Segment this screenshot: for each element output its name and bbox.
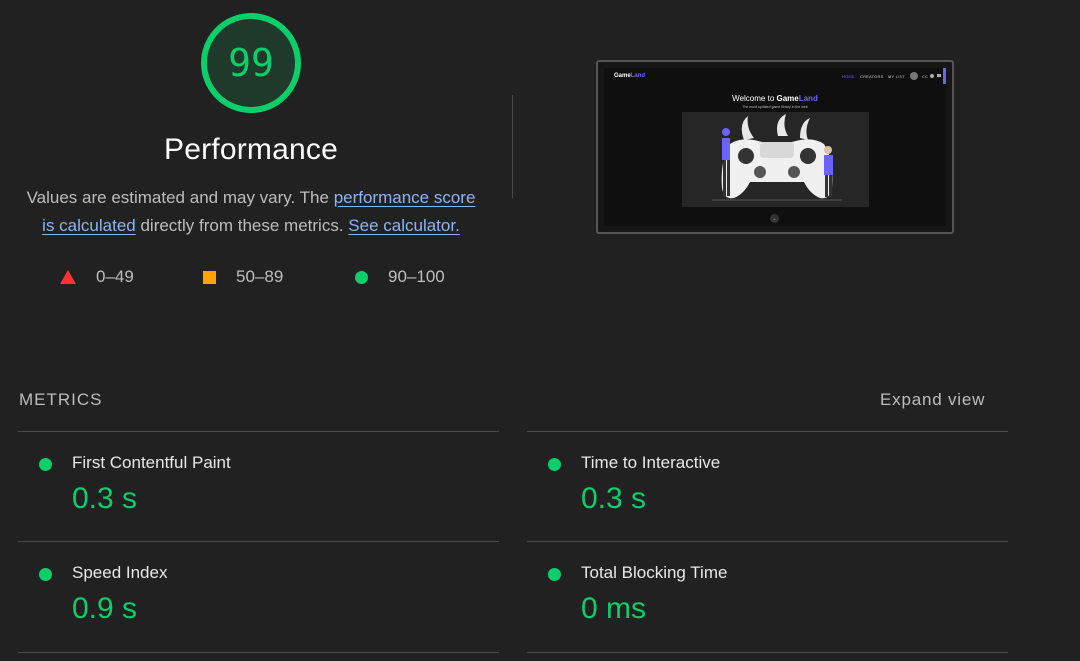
pass-circle-icon <box>548 568 561 581</box>
scrollbar <box>943 68 946 84</box>
screenshot-page: GameLand HOME CREATORS MY LIST CC Welcom… <box>604 68 946 226</box>
metric-name: Total Blocking Time <box>581 563 728 582</box>
see-calculator-link[interactable]: See calculator. <box>348 216 460 235</box>
legend-range: 90–100 <box>388 267 445 286</box>
chevron-down-icon: ⌄ <box>770 214 779 223</box>
thumb-nav-mylist: MY LIST <box>888 74 905 79</box>
metric-divider <box>527 652 1008 653</box>
final-screenshot[interactable]: GameLand HOME CREATORS MY LIST CC Welcom… <box>596 60 954 234</box>
avatar <box>910 72 918 80</box>
thumb-heading-accent: Land <box>798 94 818 103</box>
legend-item-fail: 0–49 <box>60 266 134 288</box>
metric-time-to-interactive: Time to Interactive 0.3 s <box>527 431 1007 541</box>
metric-total-blocking-time: Total Blocking Time 0 ms <box>527 541 1007 651</box>
metric-first-contentful-paint: First Contentful Paint 0.3 s <box>18 431 498 541</box>
triangle-icon <box>60 270 76 284</box>
thumb-logo: GameLand <box>614 73 645 79</box>
thumb-heading-brand: Game <box>776 94 799 103</box>
category-title: Performance <box>164 133 338 166</box>
metric-name: First Contentful Paint <box>72 453 231 472</box>
description-text: directly from these metrics. <box>135 216 349 235</box>
metrics-heading: METRICS <box>19 390 103 409</box>
lightbulb-icon <box>930 74 934 78</box>
legend-range: 50–89 <box>236 267 284 286</box>
metric-divider <box>18 652 499 653</box>
square-icon <box>203 270 216 284</box>
lighthouse-report: 99 Performance Values are estimated and … <box>0 0 1080 661</box>
thumb-avatar-label: CC <box>922 74 929 79</box>
menu-icon <box>937 74 941 77</box>
pass-circle-icon <box>548 458 561 471</box>
expand-view-toggle[interactable]: Expand view <box>880 390 985 410</box>
legend-item-average: 50–89 <box>203 266 283 288</box>
metric-value: 0.3 s <box>581 482 647 515</box>
legend-range: 0–49 <box>96 267 134 286</box>
section-divider <box>512 95 513 198</box>
gamepad-illustration <box>682 112 869 207</box>
metric-value: 0 ms <box>581 592 647 625</box>
metric-name: Time to Interactive <box>581 453 721 472</box>
metric-speed-index: Speed Index 0.9 s <box>18 541 498 651</box>
thumb-subheading: The most updated game library in the web <box>742 105 808 109</box>
metric-value: 0.3 s <box>72 482 138 515</box>
thumb-nav-creators: CREATORS <box>860 74 884 79</box>
thumb-logo-main: Game <box>614 73 631 79</box>
performance-score-gauge: 99 <box>199 11 303 115</box>
thumb-logo-accent: Land <box>630 73 646 79</box>
description-text: Values are estimated and may vary. The <box>26 188 334 207</box>
legend-item-pass: 90–100 <box>355 266 445 288</box>
pass-circle-icon <box>39 568 52 581</box>
thumb-nav-home: HOME <box>842 74 855 79</box>
gamepad-icon <box>712 114 842 201</box>
metric-value: 0.9 s <box>72 592 138 625</box>
metric-name: Speed Index <box>72 563 168 582</box>
pass-circle-icon <box>39 458 52 471</box>
score-value: 99 <box>228 41 274 85</box>
thumb-heading-prefix: Welcome to <box>732 94 777 103</box>
circle-icon <box>355 270 368 284</box>
score-description: Values are estimated and may vary. The p… <box>20 184 482 240</box>
thumb-heading: Welcome to GameLand <box>604 94 946 103</box>
